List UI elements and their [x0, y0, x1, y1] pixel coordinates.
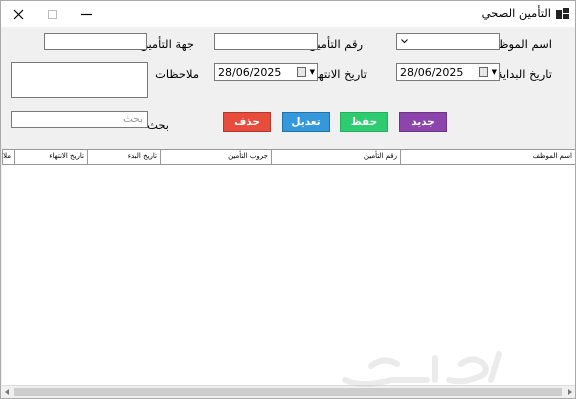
new-button[interactable]: جديد [399, 112, 447, 132]
end-date-label: تاريخ الانتهاء [309, 67, 367, 81]
notes-label: ملاحظات [155, 67, 199, 81]
end-date-picker[interactable]: 28/06/2025 ▼ [214, 63, 318, 81]
watermark-logo [342, 351, 502, 387]
dropdown-arrow-icon: ▼ [309, 68, 315, 76]
employee-combobox[interactable] [396, 33, 500, 50]
insurance-provider-input[interactable] [44, 33, 147, 50]
title-bar[interactable]: التأمين الصحي [1, 1, 575, 27]
start-date-label: تاريخ البداية [496, 67, 552, 81]
calendar-icon [297, 67, 306, 77]
calendar-icon [479, 67, 488, 77]
close-button[interactable] [1, 1, 35, 27]
close-icon [13, 9, 23, 19]
insurance-provider-label: جهة التأمين [139, 37, 194, 51]
column-header-insurance-number[interactable]: رقم التأمين [271, 150, 400, 164]
save-button[interactable]: حفظ [340, 112, 388, 132]
maximize-icon [47, 9, 57, 19]
minimize-icon [80, 13, 92, 15]
column-header-notes[interactable]: ملاحظات [2, 150, 14, 164]
delete-button[interactable]: حذف [223, 112, 271, 132]
edit-button[interactable]: تعديل [282, 112, 330, 132]
maximize-button[interactable] [35, 1, 69, 27]
insurance-number-input[interactable] [214, 33, 318, 50]
search-label: بحث [147, 118, 169, 132]
column-header-insurance-group[interactable]: جروب التأمين [160, 150, 271, 164]
column-header-end-date[interactable]: تاريخ الانتهاء [14, 150, 87, 164]
notes-textarea[interactable] [11, 62, 148, 98]
dropdown-arrow-icon: ▼ [491, 68, 497, 76]
window-app-icon [556, 8, 569, 19]
column-header-start-date[interactable]: تاريخ البدء [87, 150, 160, 164]
column-header-employee[interactable]: اسم الموظف [400, 150, 575, 164]
chevron-down-icon [401, 39, 408, 44]
scroll-right-icon[interactable] [567, 389, 573, 395]
grid-header: اسم الموظف رقم التأمين جروب التأمين تاري… [2, 150, 575, 165]
end-date-value: 28/06/2025 [218, 66, 282, 79]
start-date-picker[interactable]: 28/06/2025 ▼ [396, 63, 500, 81]
search-input[interactable]: بحث [11, 111, 148, 128]
scroll-left-icon[interactable] [4, 389, 10, 395]
minimize-button[interactable] [69, 1, 103, 27]
start-date-value: 28/06/2025 [400, 66, 464, 79]
insurance-window: التأمين الصحي اسم الموظف رقم التأمين جهة… [0, 0, 576, 399]
window-title: التأمين الصحي [481, 6, 551, 20]
